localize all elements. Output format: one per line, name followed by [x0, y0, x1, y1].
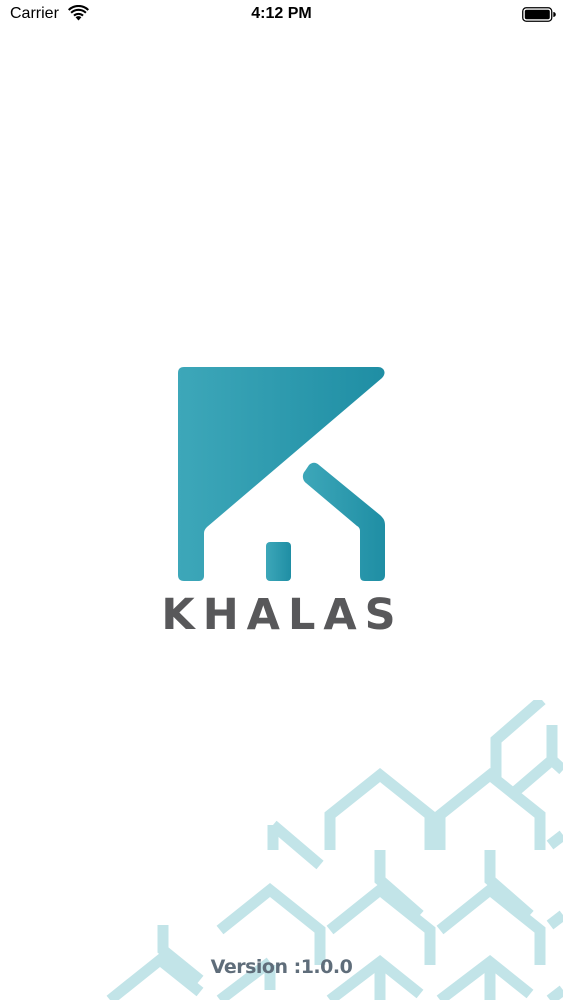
battery-full-icon — [522, 7, 556, 22]
status-time: 4:12 PM — [251, 5, 312, 22]
app-version: Version :1.0.0 — [210, 956, 353, 978]
house-pattern-decoration — [106, 700, 563, 1000]
house-logo-icon — [178, 367, 385, 581]
status-bar: Carrier 4:12 PM — [0, 0, 563, 30]
brand-name: KHALAS — [161, 590, 404, 640]
splash-screen: Carrier 4:12 PM KHALAS Version:1.0.0 — [0, 0, 563, 1000]
